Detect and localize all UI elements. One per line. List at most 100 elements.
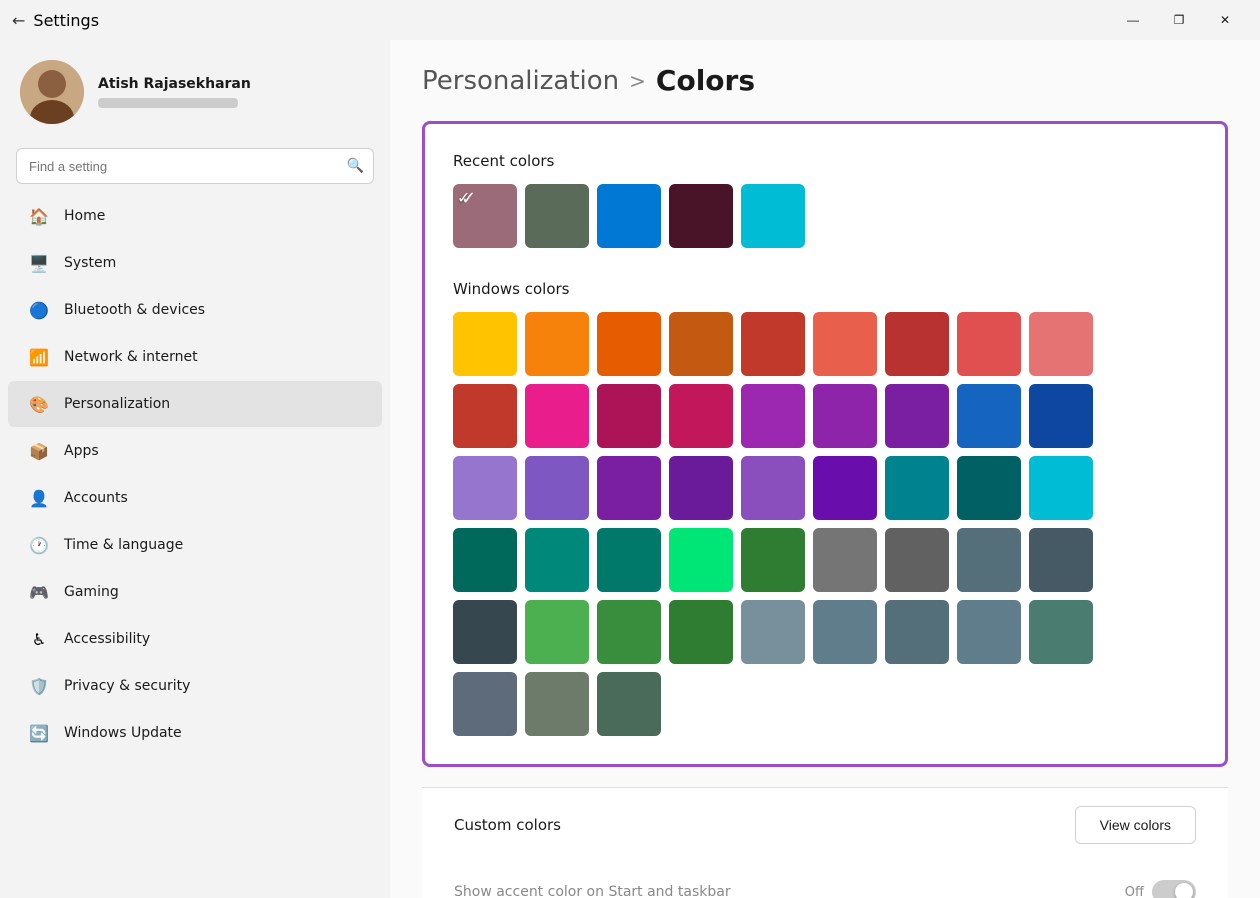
sidebar-item-update[interactable]: 🔄Windows Update [8,710,382,756]
recent-color-swatch-4[interactable] [741,184,805,248]
windows-color-swatch-35[interactable] [1029,528,1093,592]
back-arrow[interactable]: ← [12,11,25,30]
windows-color-swatch-7[interactable] [957,312,1021,376]
windows-color-swatch-8[interactable] [1029,312,1093,376]
user-info: Atish Rajasekharan [98,76,251,108]
windows-color-swatch-47[interactable] [597,672,661,736]
nav-list: 🏠Home🖥️System🔵Bluetooth & devices📶Networ… [0,192,390,757]
sidebar-item-label-accessibility: Accessibility [64,631,150,647]
windows-color-swatch-6[interactable] [885,312,949,376]
sidebar-item-network[interactable]: 📶Network & internet [8,334,382,380]
windows-color-swatch-14[interactable] [813,384,877,448]
windows-color-swatch-5[interactable] [813,312,877,376]
sidebar-item-bluetooth[interactable]: 🔵Bluetooth & devices [8,287,382,333]
sidebar-item-gaming[interactable]: 🎮Gaming [8,569,382,615]
recent-color-swatch-0[interactable]: ✓ [453,184,517,248]
windows-color-swatch-12[interactable] [669,384,733,448]
sidebar-item-apps[interactable]: 📦Apps [8,428,382,474]
sidebar-item-label-system: System [64,255,116,271]
windows-color-swatch-18[interactable] [453,456,517,520]
view-colors-button[interactable]: View colors [1075,806,1196,844]
maximize-button[interactable]: ❐ [1156,4,1202,36]
windows-color-swatch-42[interactable] [885,600,949,664]
titlebar-left: ← Settings [12,11,99,30]
windows-color-swatch-44[interactable] [1029,600,1093,664]
windows-color-swatch-16[interactable] [957,384,1021,448]
gaming-icon: 🎮 [28,581,50,603]
titlebar-controls: — ❐ ✕ [1110,4,1248,36]
windows-color-swatch-27[interactable] [453,528,517,592]
accent-bar: Show accent color on Start and taskbar O… [422,862,1228,898]
windows-color-swatch-3[interactable] [669,312,733,376]
sidebar-item-label-time: Time & language [64,537,183,553]
windows-color-swatch-41[interactable] [813,600,877,664]
windows-color-swatch-34[interactable] [957,528,1021,592]
sidebar-item-privacy[interactable]: 🛡️Privacy & security [8,663,382,709]
windows-color-swatch-29[interactable] [597,528,661,592]
windows-color-swatch-32[interactable] [813,528,877,592]
recent-colors-title: Recent colors [453,152,1197,170]
windows-color-swatch-4[interactable] [741,312,805,376]
accessibility-icon: ♿ [28,628,50,650]
windows-color-swatch-33[interactable] [885,528,949,592]
bottom-bar: Custom colors View colors [422,787,1228,862]
minimize-button[interactable]: — [1110,4,1156,36]
privacy-icon: 🛡️ [28,675,50,697]
windows-color-swatch-37[interactable] [525,600,589,664]
windows-color-swatch-36[interactable] [453,600,517,664]
titlebar-title: Settings [33,11,99,30]
windows-color-swatch-30[interactable] [669,528,733,592]
sidebar-item-accessibility[interactable]: ♿ Accessibility [8,616,382,662]
windows-color-swatch-28[interactable] [525,528,589,592]
breadcrumb-separator: > [629,69,646,93]
recent-color-swatch-3[interactable] [669,184,733,248]
toggle-track[interactable] [1152,880,1196,898]
recent-color-swatch-1[interactable] [525,184,589,248]
windows-color-swatch-0[interactable] [453,312,517,376]
sidebar-item-personalization[interactable]: 🎨Personalization [8,381,382,427]
recent-color-swatch-2[interactable] [597,184,661,248]
windows-color-swatch-11[interactable] [597,384,661,448]
sidebar-item-label-accounts: Accounts [64,490,128,506]
sidebar-item-accounts[interactable]: 👤Accounts [8,475,382,521]
windows-color-swatch-40[interactable] [741,600,805,664]
windows-color-swatch-45[interactable] [453,672,517,736]
sidebar-item-system[interactable]: 🖥️System [8,240,382,286]
sidebar-item-label-network: Network & internet [64,349,198,365]
windows-color-swatch-13[interactable] [741,384,805,448]
windows-color-swatch-9[interactable] [453,384,517,448]
windows-color-swatch-2[interactable] [597,312,661,376]
search-input[interactable] [16,148,374,184]
color-panel: Recent colors ✓ Windows colors [422,121,1228,767]
windows-color-swatch-23[interactable] [813,456,877,520]
personalization-icon: 🎨 [28,393,50,415]
windows-color-swatch-10[interactable] [525,384,589,448]
sidebar-item-label-home: Home [64,208,105,224]
windows-color-swatch-15[interactable] [885,384,949,448]
windows-color-swatch-20[interactable] [597,456,661,520]
windows-color-swatch-17[interactable] [1029,384,1093,448]
close-button[interactable]: ✕ [1202,4,1248,36]
windows-color-swatch-39[interactable] [669,600,733,664]
windows-color-swatch-19[interactable] [525,456,589,520]
bluetooth-icon: 🔵 [28,299,50,321]
breadcrumb-current: Colors [656,64,755,97]
windows-color-swatch-1[interactable] [525,312,589,376]
sidebar-item-label-update: Windows Update [64,725,182,741]
windows-colors-title: Windows colors [453,280,1197,298]
sidebar-item-time[interactable]: 🕐 Time & language [8,522,382,568]
windows-color-swatch-31[interactable] [741,528,805,592]
sidebar-item-home[interactable]: 🏠Home [8,193,382,239]
windows-color-swatch-26[interactable] [1029,456,1093,520]
toggle-off-label: Off [1125,885,1144,898]
windows-color-swatch-38[interactable] [597,600,661,664]
time-icon: 🕐 [28,534,50,556]
breadcrumb: Personalization > Colors [422,64,1228,97]
main-layout: Atish Rajasekharan 🔍 🏠Home🖥️System🔵Bluet… [0,40,1260,898]
windows-color-swatch-21[interactable] [669,456,733,520]
windows-color-swatch-46[interactable] [525,672,589,736]
windows-color-swatch-43[interactable] [957,600,1021,664]
windows-color-swatch-24[interactable] [885,456,949,520]
windows-color-swatch-22[interactable] [741,456,805,520]
windows-color-swatch-25[interactable] [957,456,1021,520]
